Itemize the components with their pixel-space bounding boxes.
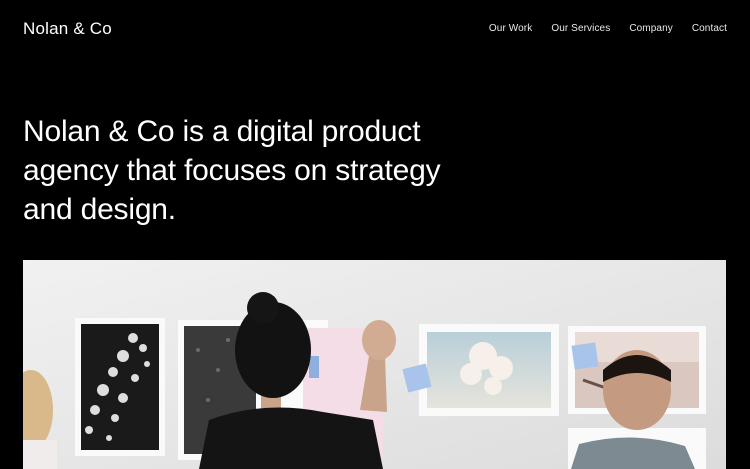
site-header: Nolan & Co Our Work Our Services Company…	[0, 0, 750, 60]
hero-headline: Nolan & Co is a digital product agency t…	[23, 115, 441, 226]
team-moodboard-illustration	[23, 260, 726, 469]
nav-item-contact[interactable]: Contact	[692, 23, 727, 34]
nav-item-company[interactable]: Company	[629, 23, 673, 34]
brand-logo[interactable]: Nolan & Co	[23, 19, 112, 39]
hero-photo	[23, 260, 726, 469]
main-nav: Our Work Our Services Company Contact	[489, 23, 727, 34]
nav-item-our-services[interactable]: Our Services	[551, 23, 610, 34]
nav-item-our-work[interactable]: Our Work	[489, 23, 532, 34]
